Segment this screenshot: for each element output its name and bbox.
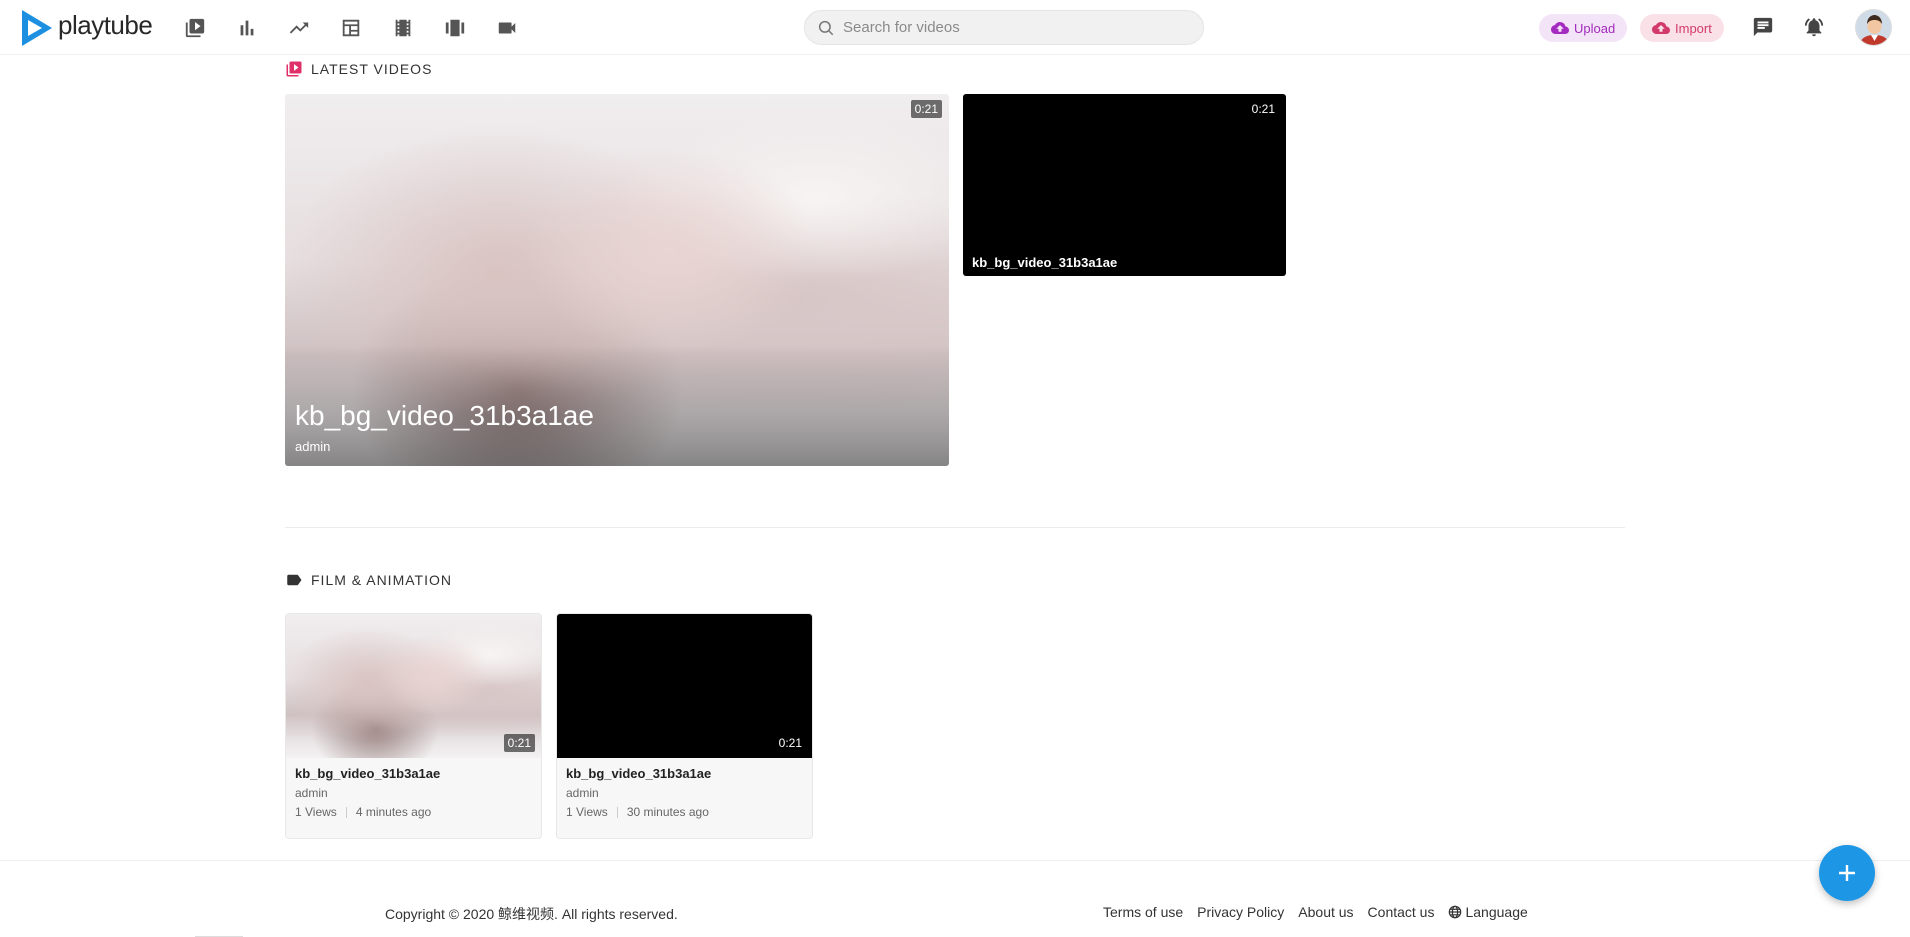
video-duration: 0:21 <box>1251 102 1275 116</box>
nav-stats-button[interactable] <box>236 16 288 40</box>
video-views: 1 Views <box>295 805 337 819</box>
film-animation-heading: FILM & ANIMATION <box>285 571 452 589</box>
trending-icon <box>289 22 309 34</box>
cloud-upload-icon <box>1551 22 1569 34</box>
section-divider <box>285 527 1625 528</box>
videos-icon <box>286 61 302 77</box>
featured-video-title[interactable]: kb_bg_video_31b3a1ae <box>295 400 594 432</box>
latest-video-card[interactable]: 0:21 kb_bg_video_31b3a1ae <box>963 94 1286 276</box>
nav-live-button[interactable] <box>496 16 548 40</box>
logo-text: playtube <box>58 9 153 40</box>
video-card[interactable]: 0:21 kb_bg_video_31b3a1ae admin 1 Views … <box>285 613 542 839</box>
film-animation-title: FILM & ANIMATION <box>311 572 452 588</box>
latest-videos-title: LATEST VIDEOS <box>311 61 433 77</box>
videos-icon <box>185 18 205 38</box>
latest-videos-heading: LATEST VIDEOS <box>285 60 432 78</box>
contact-link[interactable]: Contact us <box>1368 904 1435 920</box>
video-card-body: kb_bg_video_31b3a1ae admin 1 Views 4 min… <box>286 758 541 827</box>
privacy-link[interactable]: Privacy Policy <box>1197 904 1284 920</box>
featured-video-card[interactable]: 0:21 kb_bg_video_31b3a1ae admin <box>285 94 949 466</box>
nav-videos-button[interactable] <box>184 16 236 40</box>
video-meta: 1 Views 30 minutes ago <box>566 805 803 819</box>
page-footer: Copyright © 2020 鲸维视频. All rights reserv… <box>0 860 1910 937</box>
footer-links: Terms of use Privacy Policy About us Con… <box>1103 904 1542 920</box>
meta-separator <box>616 806 618 818</box>
language-label: Language <box>1465 904 1528 920</box>
avatar-icon <box>1856 10 1891 45</box>
film-strip-icon <box>395 19 411 37</box>
video-card-body: kb_bg_video_31b3a1ae admin 1 Views 30 mi… <box>557 758 812 827</box>
search-input[interactable] <box>843 19 1183 36</box>
video-duration: 0:21 <box>778 736 802 750</box>
import-label: Import <box>1675 20 1712 36</box>
video-camera-icon <box>498 22 516 34</box>
language-link[interactable]: Language <box>1448 904 1528 920</box>
video-duration: 0:21 <box>910 100 942 118</box>
latest-video-title[interactable]: kb_bg_video_31b3a1ae <box>972 255 1117 270</box>
video-duration: 0:21 <box>503 734 535 752</box>
upload-label: Upload <box>1574 20 1616 36</box>
featured-video-author[interactable]: admin <box>295 439 330 454</box>
upload-button[interactable]: Upload <box>1539 14 1628 42</box>
video-views: 1 Views <box>566 805 608 819</box>
carousel-icon <box>445 19 465 37</box>
about-link[interactable]: About us <box>1298 904 1353 920</box>
play-logo-icon <box>22 10 52 46</box>
video-author[interactable]: admin <box>566 786 803 800</box>
playtube-logo[interactable]: playtube <box>18 8 153 48</box>
video-author[interactable]: admin <box>295 786 532 800</box>
globe-icon <box>1449 905 1462 919</box>
tag-icon <box>287 574 302 586</box>
notifications-button[interactable] <box>1803 16 1827 40</box>
video-title[interactable]: kb_bg_video_31b3a1ae <box>566 766 803 781</box>
video-thumbnail[interactable]: 0:21 <box>557 614 812 758</box>
import-button[interactable]: Import <box>1640 14 1724 42</box>
top-header: playtube Upload Import <box>0 0 1910 55</box>
nav-movies-button[interactable] <box>392 16 444 40</box>
search-icon[interactable] <box>817 19 835 37</box>
video-thumbnail[interactable]: 0:21 <box>286 614 541 758</box>
terms-link[interactable]: Terms of use <box>1103 904 1183 920</box>
bell-icon <box>1804 18 1824 37</box>
search-bar <box>804 10 1204 45</box>
nav-trending-button[interactable] <box>288 16 340 40</box>
plus-icon <box>1839 865 1855 881</box>
nav-calendar-button[interactable] <box>340 16 392 40</box>
video-card[interactable]: 0:21 kb_bg_video_31b3a1ae admin 1 Views … <box>556 613 813 839</box>
nav-icon-bar <box>184 16 548 40</box>
chart-bar-icon <box>240 20 254 36</box>
user-avatar[interactable] <box>1855 9 1892 46</box>
meta-separator <box>345 806 347 818</box>
video-time: 4 minutes ago <box>355 805 432 819</box>
nav-shorts-button[interactable] <box>444 16 496 40</box>
video-meta: 1 Views 4 minutes ago <box>295 805 532 819</box>
cloud-import-icon <box>1652 22 1670 34</box>
messages-button[interactable] <box>1752 16 1776 40</box>
video-time: 30 minutes ago <box>626 805 709 819</box>
create-fab-button[interactable] <box>1819 845 1875 901</box>
copyright-text: Copyright © 2020 鲸维视频. All rights reserv… <box>385 906 678 922</box>
video-title[interactable]: kb_bg_video_31b3a1ae <box>295 766 532 781</box>
message-icon <box>1753 17 1773 37</box>
calendar-icon <box>342 19 360 37</box>
